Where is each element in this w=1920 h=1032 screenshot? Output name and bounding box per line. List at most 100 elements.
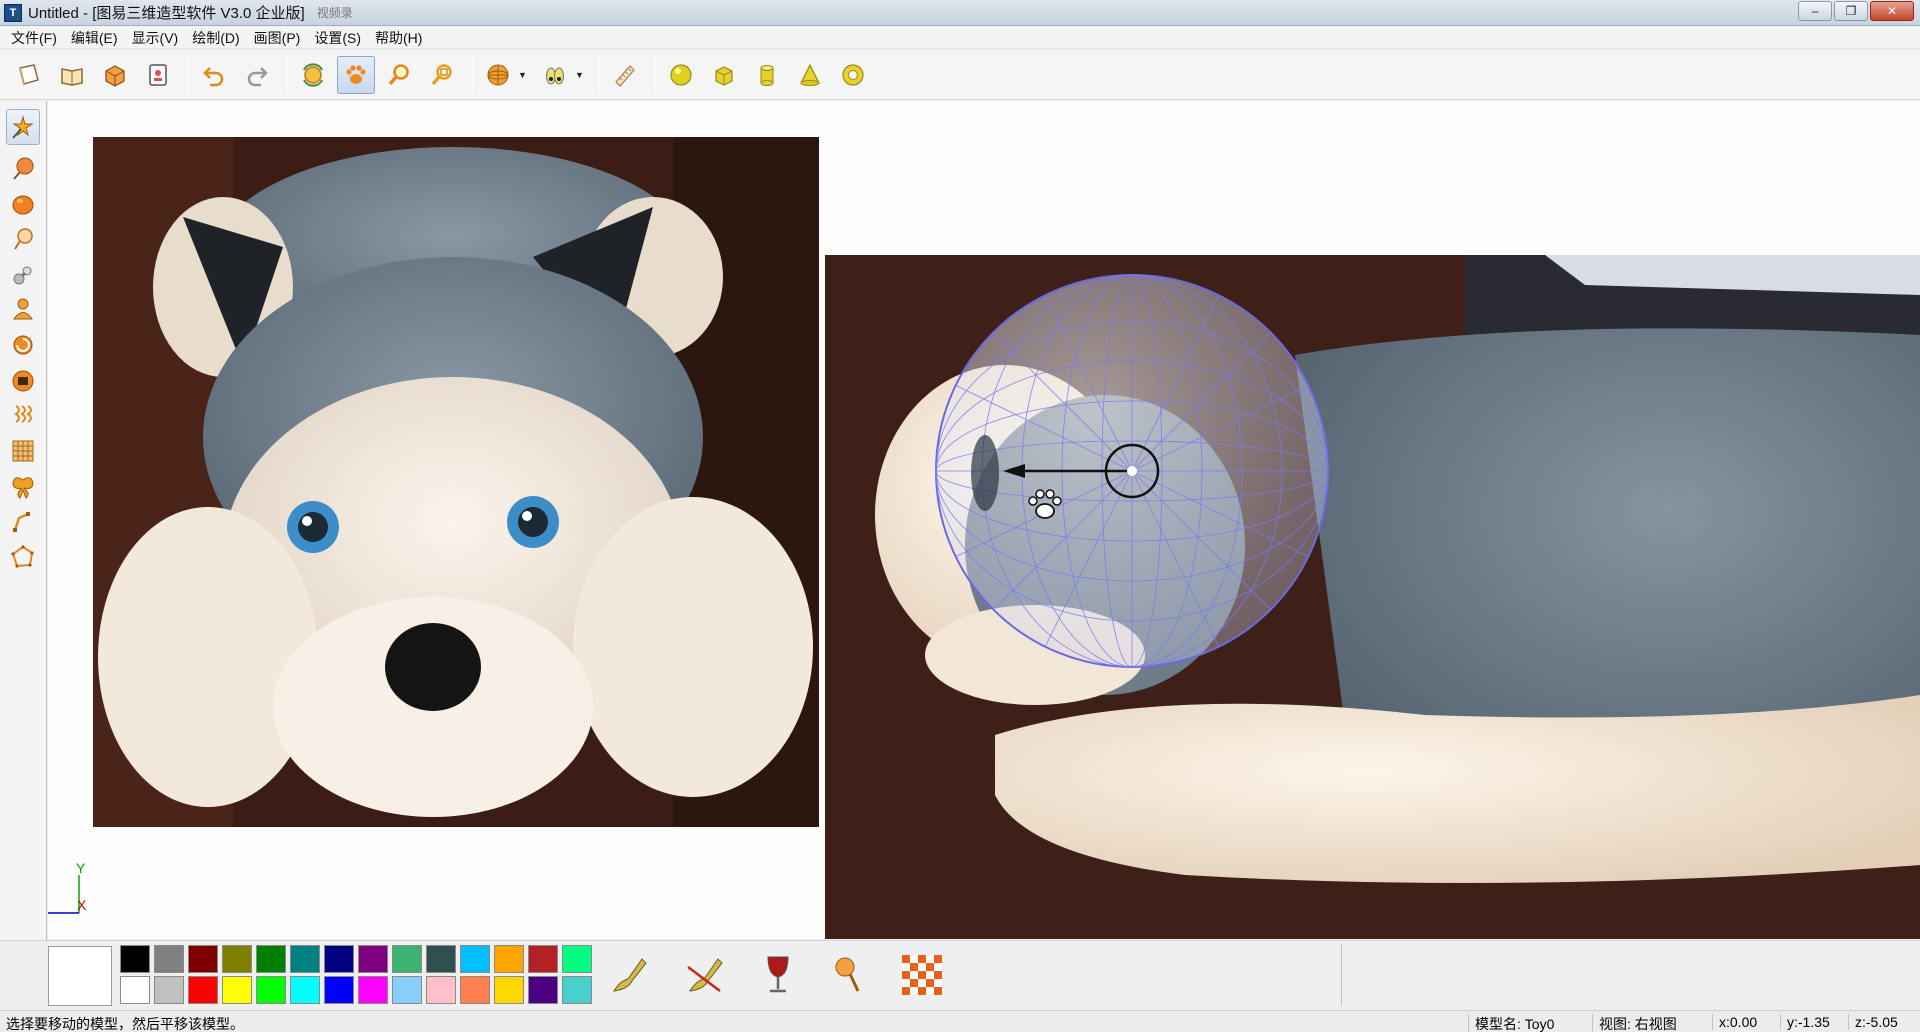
bone-tool-button[interactable] — [6, 257, 40, 293]
frame-tool-button[interactable] — [6, 363, 40, 399]
color-swatch[interactable] — [324, 945, 354, 973]
color-swatch[interactable] — [256, 945, 286, 973]
color-swatch[interactable] — [188, 976, 218, 1004]
new-file-button[interactable] — [10, 56, 48, 94]
open-file-button[interactable] — [53, 56, 91, 94]
toolbar-separator — [188, 56, 189, 93]
axis-x-label: X — [77, 897, 87, 913]
color-swatch[interactable] — [392, 945, 422, 973]
lasso-tool-button[interactable] — [6, 221, 40, 257]
front-reference-image — [93, 137, 819, 827]
axis-indicator: Y X — [48, 861, 87, 914]
export-button[interactable] — [139, 56, 177, 94]
status-message: 选择要移动的模型，然后平移该模型。 — [6, 1016, 244, 1032]
color-swatch[interactable] — [460, 976, 490, 1004]
model-viewport[interactable]: Y X — [48, 101, 1920, 939]
render-mode-dropdown[interactable]: ▼ — [518, 70, 528, 80]
view-mode-dropdown[interactable]: ▼ — [575, 70, 585, 80]
color-swatch[interactable] — [120, 945, 150, 973]
color-swatch[interactable] — [494, 976, 524, 1004]
color-swatch[interactable] — [154, 945, 184, 973]
eyes-icon — [546, 67, 564, 84]
status-z-coordinate: z:-5.05 — [1848, 1014, 1898, 1030]
color-swatch[interactable] — [256, 976, 286, 1004]
status-model-name: 模型名: Toy0 — [1468, 1014, 1554, 1032]
fill-button[interactable] — [754, 949, 802, 1001]
path-tool-button[interactable] — [6, 503, 40, 539]
pan-view-button[interactable] — [337, 55, 375, 94]
toolbar-separator — [472, 56, 473, 93]
cone-button[interactable] — [791, 56, 829, 94]
menu-draw[interactable]: 绘制(D) — [185, 28, 246, 48]
select-tool-button[interactable] — [6, 109, 40, 145]
color-swatch[interactable] — [562, 976, 592, 1004]
left-toolbar — [0, 101, 47, 1009]
color-swatch[interactable] — [290, 976, 320, 1004]
color-swatch[interactable] — [426, 945, 456, 973]
sphere-button[interactable] — [662, 56, 700, 94]
spray-button[interactable] — [826, 949, 874, 1001]
menu-paint[interactable]: 画图(P) — [247, 28, 308, 48]
cone-icon — [800, 63, 820, 86]
view-mode-button[interactable] — [536, 56, 574, 94]
zoom-window-button[interactable] — [423, 56, 461, 94]
zoom-window-icon — [431, 63, 452, 85]
minimize-button[interactable]: – — [1798, 1, 1832, 21]
title-bar[interactable]: T Untitled - [图易三维造型软件 V3.0 企业版] 视频录 – ❐… — [0, 0, 1920, 26]
eraser-brush-button[interactable] — [680, 949, 728, 1001]
redo-button[interactable] — [238, 56, 276, 94]
color-swatch[interactable] — [188, 945, 218, 973]
brush-button[interactable] — [604, 949, 652, 1001]
rotate-tool-button[interactable] — [6, 327, 40, 363]
status-bar: 选择要移动的模型，然后平移该模型。 模型名: Toy0 视图: 右视图 x:0.… — [0, 1010, 1920, 1032]
menu-settings[interactable]: 设置(S) — [307, 28, 368, 48]
menu-help[interactable]: 帮助(H) — [368, 28, 429, 48]
maximize-button[interactable]: ❐ — [1834, 1, 1868, 21]
color-swatch[interactable] — [392, 976, 422, 1004]
color-swatch[interactable] — [154, 976, 184, 1004]
ellipse-tool-button[interactable] — [6, 187, 40, 223]
color-swatch[interactable] — [528, 976, 558, 1004]
color-swatch[interactable] — [562, 945, 592, 973]
polygon-tool-button[interactable] — [6, 539, 40, 575]
color-swatch[interactable] — [358, 976, 388, 1004]
cube-button[interactable] — [705, 56, 743, 94]
eraser-brush-icon — [687, 958, 723, 992]
paw-icon — [346, 64, 366, 84]
color-swatch[interactable] — [494, 945, 524, 973]
balloon-tool-button[interactable] — [6, 151, 40, 187]
cylinder-button[interactable] — [748, 56, 786, 94]
torus-button[interactable] — [834, 56, 872, 94]
color-swatch[interactable] — [290, 945, 320, 973]
person-tool-button[interactable] — [6, 291, 40, 327]
menu-file[interactable]: 文件(F) — [4, 28, 64, 48]
color-swatch[interactable] — [222, 976, 252, 1004]
color-swatch[interactable] — [324, 976, 354, 1004]
close-button[interactable]: ✕ — [1870, 1, 1914, 21]
checkerboard-icon — [902, 955, 942, 995]
render-mode-button[interactable] — [479, 56, 517, 94]
zoom-in-button[interactable] — [380, 56, 418, 94]
save-file-button[interactable] — [96, 56, 134, 94]
menu-view[interactable]: 显示(V) — [125, 28, 186, 48]
butterfly-tool-button[interactable] — [6, 469, 40, 505]
menu-edit[interactable]: 编辑(E) — [64, 28, 125, 48]
color-swatch[interactable] — [358, 945, 388, 973]
texture-button[interactable] — [898, 949, 946, 1001]
color-palette-bar — [0, 940, 1920, 1009]
measure-button[interactable] — [606, 56, 644, 94]
color-swatch[interactable] — [426, 976, 456, 1004]
color-swatch[interactable] — [222, 945, 252, 973]
path-icon — [13, 512, 30, 532]
window-title: Untitled - [图易三维造型软件 V3.0 企业版] — [28, 5, 305, 22]
rotate-view-button[interactable] — [294, 56, 332, 94]
color-swatch[interactable] — [460, 945, 490, 973]
grid-tool-button[interactable] — [6, 433, 40, 469]
person-icon — [13, 298, 33, 320]
zoom-in-icon — [388, 63, 409, 85]
undo-button[interactable] — [195, 56, 233, 94]
color-swatch[interactable] — [528, 945, 558, 973]
color-swatch[interactable] — [120, 976, 150, 1004]
spring-tool-button[interactable] — [6, 397, 40, 433]
current-color-swatch[interactable] — [48, 946, 112, 1006]
